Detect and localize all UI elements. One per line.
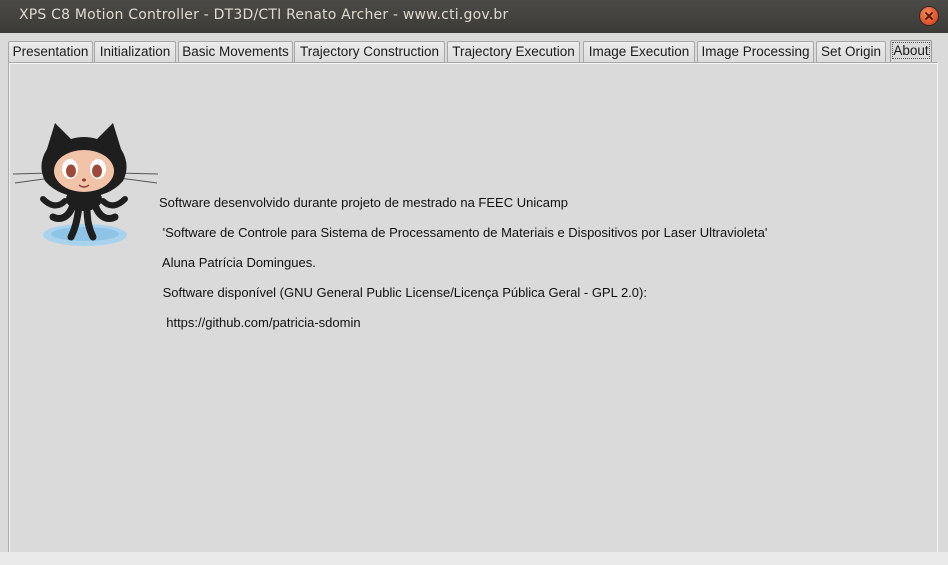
title-bar: XPS C8 Motion Controller - DT3D/CTI Rena… <box>0 0 948 33</box>
window-content: Presentation Initialization Basic Moveme… <box>0 33 948 565</box>
about-panel: Software desenvolvido durante projeto de… <box>8 62 938 554</box>
tab-label: Set Origin <box>820 44 882 59</box>
tab-label: Initialization <box>99 44 171 59</box>
tab-image-execution[interactable]: Image Execution <box>583 41 695 62</box>
tab-trajectory-execution[interactable]: Trajectory Execution <box>447 41 580 62</box>
tab-label: Trajectory Execution <box>452 44 575 59</box>
about-link[interactable]: https://github.com/patricia-sdomin <box>159 315 360 330</box>
tab-label: Presentation <box>12 44 89 59</box>
about-line-2: 'Software de Controle para Sistema de Pr… <box>159 225 768 240</box>
close-button[interactable] <box>920 7 938 25</box>
tab-bar: Presentation Initialization Basic Moveme… <box>8 40 938 63</box>
close-icon <box>925 12 933 20</box>
about-line-1: Software desenvolvido durante projeto de… <box>159 195 568 210</box>
tab-label: Basic Movements <box>182 44 289 59</box>
tab-trajectory-construction[interactable]: Trajectory Construction <box>294 41 445 62</box>
tab-label: About <box>892 42 930 59</box>
tab-label: Image Processing <box>701 44 810 59</box>
tab-basic-movements[interactable]: Basic Movements <box>178 41 293 62</box>
tab-label: Image Execution <box>588 44 690 59</box>
tab-initialization[interactable]: Initialization <box>94 41 176 62</box>
window-title: XPS C8 Motion Controller - DT3D/CTI Rena… <box>19 7 509 23</box>
tab-presentation[interactable]: Presentation <box>8 41 93 62</box>
tab-set-origin[interactable]: Set Origin <box>816 41 886 62</box>
tab-image-processing[interactable]: Image Processing <box>697 41 814 62</box>
tab-label: Trajectory Construction <box>299 44 440 59</box>
octocat-icon <box>13 123 159 246</box>
window-bottom-edge <box>0 552 948 565</box>
tab-about[interactable]: About <box>890 40 932 63</box>
about-line-3: Aluna Patrícia Domingues. <box>159 255 316 270</box>
about-line-4: Software disponível (GNU General Public … <box>159 285 647 300</box>
